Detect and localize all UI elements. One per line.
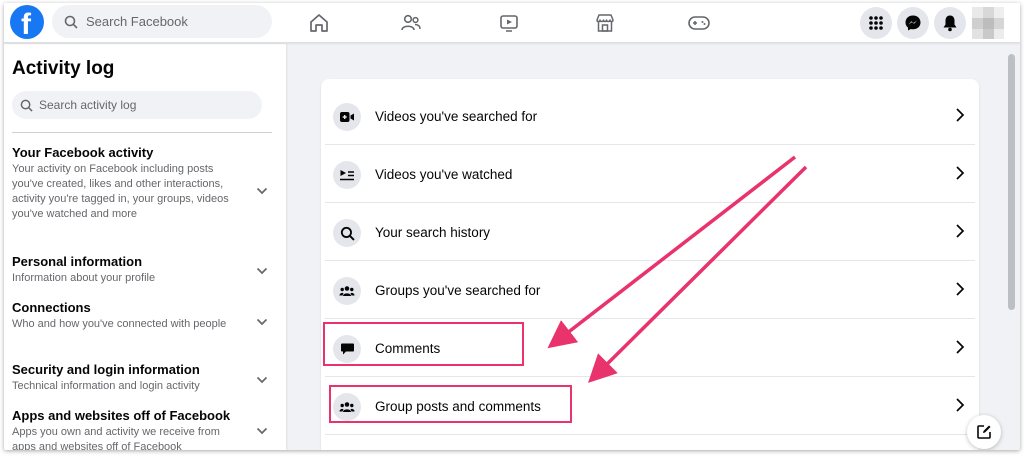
facebook-logo[interactable]: f (10, 5, 44, 41)
facebook-search-input[interactable] (86, 14, 246, 29)
facebook-logo-letter: f (21, 8, 31, 41)
search-icon (20, 99, 33, 112)
chevron-right-icon (956, 282, 965, 296)
chevron-right-icon (956, 398, 965, 412)
watch-icon[interactable] (496, 10, 522, 36)
gaming-icon[interactable] (686, 10, 712, 36)
groups-icon (333, 277, 361, 305)
chevron-right-icon (956, 166, 965, 180)
group-posts-highlight-box (329, 385, 572, 423)
messenger-icon[interactable] (897, 7, 929, 39)
chevron-down-icon[interactable] (256, 427, 268, 435)
chevron-right-icon (956, 224, 965, 238)
section-description: Technical information and login activity (12, 380, 200, 392)
chevron-down-icon[interactable] (256, 318, 268, 326)
sidebar-section-personal-information[interactable]: Personal information Information about y… (12, 254, 274, 286)
avatar[interactable] (972, 7, 1004, 39)
section-description: Apps you own and activity we receive fro… (12, 426, 220, 450)
list-item-videos-watched[interactable]: Videos you've watched (321, 145, 979, 203)
section-title: Personal information (12, 254, 143, 269)
page-scrollbar[interactable] (1004, 44, 1020, 450)
friends-icon[interactable] (398, 10, 424, 36)
marketplace-icon[interactable] (592, 10, 618, 36)
sidebar-section-connections[interactable]: Connections Who and how you've connected… (12, 300, 274, 332)
chevron-right-icon (956, 340, 965, 354)
list-item-videos-searched[interactable]: Videos you've searched for (321, 87, 979, 145)
list-item-search-history[interactable]: Your search history (321, 203, 979, 261)
notifications-bell-icon[interactable] (934, 7, 966, 39)
list-item-label: Groups you've searched for (375, 283, 541, 298)
section-description: Who and how you've connected with people (12, 318, 227, 330)
list-item-label: Videos you've watched (375, 167, 513, 182)
section-description: Information about your profile (12, 272, 156, 284)
chevron-down-icon[interactable] (256, 267, 268, 275)
search-icon (333, 219, 361, 247)
list-item-groups-searched[interactable]: Groups you've searched for (321, 261, 979, 319)
facebook-search-box[interactable] (52, 5, 272, 38)
chevron-down-icon[interactable] (256, 376, 268, 384)
section-title: Connections (12, 300, 91, 315)
list-item-label: Your search history (375, 225, 491, 240)
page-title: Activity log (12, 58, 115, 79)
search-icon (64, 15, 78, 29)
browser-frame: f Search Facebook Activity log Search ac… (4, 3, 1020, 450)
section-title: Your Facebook activity (12, 145, 154, 160)
sidebar-section-facebook-activity[interactable]: Your Facebook activity Your activity on … (12, 145, 274, 222)
scrollbar-thumb[interactable] (1008, 54, 1015, 310)
activity-log-sidebar: Activity log Your Facebook activity Your… (4, 44, 286, 450)
home-icon[interactable] (306, 10, 332, 36)
chevron-down-icon[interactable] (256, 187, 268, 195)
activity-search-input[interactable] (39, 98, 239, 112)
menu-grid-icon[interactable] (860, 7, 892, 39)
sidebar-section-security-login[interactable]: Security and login information Technical… (12, 362, 274, 394)
row-divider (325, 434, 975, 435)
section-description: Your activity on Facebook including post… (12, 163, 229, 220)
activity-search-box[interactable] (12, 91, 262, 119)
top-navigation-bar: f (4, 3, 1020, 43)
compose-icon (977, 425, 991, 439)
list-item-label: Videos you've searched for (375, 109, 538, 124)
sidebar-section-off-facebook-apps[interactable]: Apps and websites off of Facebook Apps y… (12, 408, 274, 450)
video-camera-icon (333, 103, 361, 131)
section-title: Apps and websites off of Facebook (12, 408, 231, 423)
sidebar-divider (12, 132, 272, 133)
new-message-button[interactable] (967, 415, 1001, 449)
comments-highlight-box (323, 322, 524, 366)
chevron-right-icon (956, 108, 965, 122)
section-title: Security and login information (12, 362, 200, 377)
video-list-icon (333, 161, 361, 189)
